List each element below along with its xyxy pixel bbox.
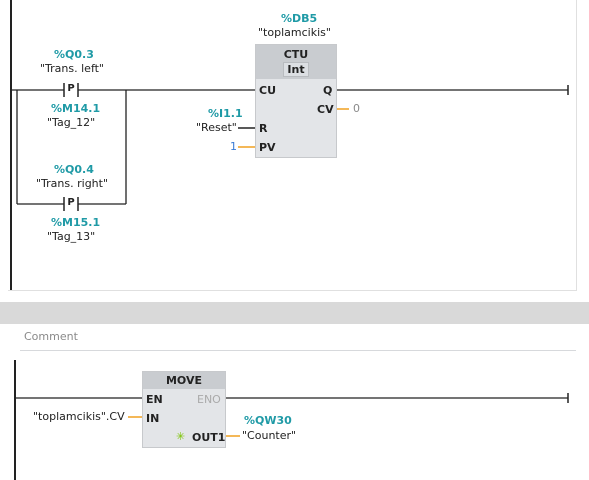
ctu-reset-address[interactable]: %I1.1 xyxy=(208,107,243,120)
comment-placeholder: Comment xyxy=(24,330,78,343)
contact2-type[interactable]: P xyxy=(65,197,77,208)
ctu-db-address[interactable]: %DB5 xyxy=(281,12,317,25)
ctu-header: CTU Int xyxy=(256,45,336,79)
ctu-pin-cu: CU xyxy=(259,84,277,97)
ctu-pin-pv: PV xyxy=(259,141,276,154)
ctu-db-name[interactable]: "toplamcikis" xyxy=(258,26,331,39)
move-header: MOVE xyxy=(143,372,225,389)
contact1-address[interactable]: %Q0.3 xyxy=(54,48,94,61)
ctu-pin-cv: CV xyxy=(317,103,334,116)
network-separator xyxy=(0,302,589,324)
move-out-address[interactable]: %QW30 xyxy=(244,414,292,427)
move-pin-in: IN xyxy=(146,412,160,425)
ctu-pin-q: Q xyxy=(323,84,333,97)
move-in-operand[interactable]: "toplamcikis".CV xyxy=(33,410,125,423)
move-block[interactable]: MOVE EN ENO IN ✳ OUT1 xyxy=(142,371,226,448)
network2-comment-field[interactable]: Comment xyxy=(20,326,576,351)
contact2-mem-tag[interactable]: "Tag_13" xyxy=(47,230,95,243)
ctu-cv-value[interactable]: 0 xyxy=(353,102,360,115)
ctu-reset-tag[interactable]: "Reset" xyxy=(196,121,237,134)
contact1-type[interactable]: P xyxy=(65,83,77,94)
ctu-datatype-dropdown[interactable]: Int xyxy=(283,62,309,77)
move-pin-out1: OUT1 xyxy=(192,431,226,444)
ctu-block[interactable]: CTU Int CU Q CV R PV xyxy=(255,44,337,158)
move-out-tag[interactable]: "Counter" xyxy=(242,429,296,442)
contact2-address[interactable]: %Q0.4 xyxy=(54,163,94,176)
contact1-tag[interactable]: "Trans. left" xyxy=(40,62,104,75)
ctu-pin-r: R xyxy=(259,122,268,135)
ctu-pv-value[interactable]: 1 xyxy=(230,140,237,153)
contact2-tag[interactable]: "Trans. right" xyxy=(36,177,108,190)
move-pin-eno: ENO xyxy=(197,393,221,406)
ctu-title: CTU xyxy=(283,48,309,61)
move-insert-output-icon[interactable]: ✳ xyxy=(176,430,185,443)
contact1-mem-tag[interactable]: "Tag_12" xyxy=(47,116,95,129)
move-title: MOVE xyxy=(165,374,203,387)
contact1-mem-address[interactable]: %M14.1 xyxy=(51,102,100,115)
move-pin-en: EN xyxy=(146,393,163,406)
contact2-mem-address[interactable]: %M15.1 xyxy=(51,216,100,229)
